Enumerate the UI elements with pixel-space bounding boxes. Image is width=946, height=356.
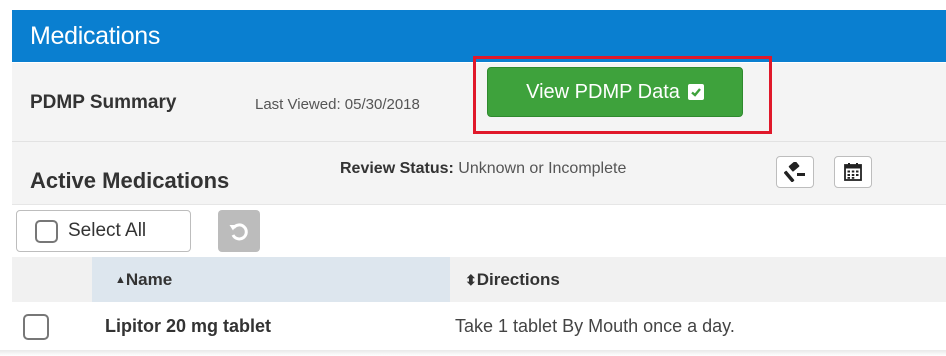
- review-status-label: Review Status:: [340, 160, 454, 177]
- review-status-value: Unknown or Incomplete: [458, 160, 627, 177]
- panel-title: Medications: [30, 22, 161, 50]
- panel-header: Medications: [12, 10, 946, 62]
- medication-name[interactable]: Lipitor 20 mg tablet: [105, 316, 271, 337]
- review-button[interactable]: [776, 156, 814, 188]
- column-header-directions[interactable]: ⬍Directions: [465, 270, 560, 290]
- gavel-icon: [784, 162, 805, 182]
- sort-ascending-icon: ▲: [115, 274, 126, 286]
- row-checkbox[interactable]: [23, 314, 49, 340]
- refresh-button[interactable]: [218, 210, 260, 252]
- select-all-label: Select All: [68, 220, 147, 241]
- active-medications-title: Active Medications: [30, 168, 230, 193]
- column-name-label: Name: [125, 270, 173, 289]
- column-directions-label: Directions: [476, 270, 560, 289]
- calendar-icon: [844, 163, 862, 181]
- table-row: Lipitor 20 mg tablet Take 1 tablet By Mo…: [12, 302, 946, 352]
- view-pdmp-data-label: View PDMP Data: [526, 80, 680, 103]
- pdmp-summary-title: PDMP Summary: [30, 92, 177, 113]
- select-all-button[interactable]: Select All: [16, 210, 191, 252]
- select-all-checkbox[interactable]: [35, 219, 58, 243]
- pdmp-last-viewed: Last Viewed: 05/30/2018: [255, 96, 420, 113]
- panel-shadow: [0, 350, 946, 356]
- active-medications-row: Active Medications Review Status: Unknow…: [12, 142, 946, 204]
- view-pdmp-data-button[interactable]: View PDMP Data: [487, 67, 743, 117]
- column-header-name[interactable]: ▲Name: [115, 270, 172, 290]
- review-status: Review Status: Unknown or Incomplete: [340, 160, 626, 178]
- sort-icon: ⬍: [465, 272, 477, 288]
- medication-directions: Take 1 tablet By Mouth once a day.: [455, 316, 735, 336]
- medication-toolbar: Select All: [12, 205, 946, 257]
- refresh-icon: [229, 223, 248, 241]
- checked-box-icon: [687, 84, 704, 100]
- calendar-button[interactable]: [834, 156, 872, 188]
- table-header: ▲Name ⬍Directions: [12, 257, 946, 302]
